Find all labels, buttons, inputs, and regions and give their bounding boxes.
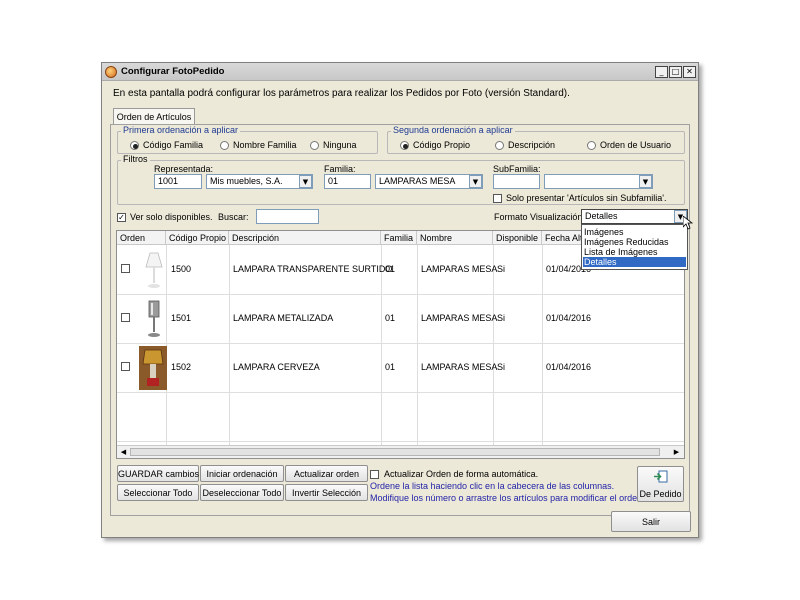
row-3-disponible: Si xyxy=(497,362,506,372)
salir-button[interactable]: Salir xyxy=(611,511,691,532)
filtros-legend: Filtros xyxy=(121,154,150,164)
row-2-codigo: 1501 xyxy=(171,313,192,323)
radio-nombre-familia[interactable] xyxy=(220,141,229,150)
ver-solo-disponibles-label: Ver solo disponibles. xyxy=(130,212,213,222)
row-1-codigo: 1500 xyxy=(171,264,192,274)
solo-sin-subfamilia-label: Solo presentar 'Artículos sin Subfamilia… xyxy=(506,193,667,203)
primera-ordenacion-legend: Primera ordenación a aplicar xyxy=(121,125,241,135)
row-3-nombre: LAMPARAS MESA xyxy=(421,362,498,372)
formato-option-imagenes[interactable]: Imágenes xyxy=(583,227,686,237)
representada-dropdown-icon[interactable]: ▼ xyxy=(299,175,312,188)
radio-codigo-familia-label: Código Familia xyxy=(143,140,204,150)
configurar-fotopedido-window: Configurar FotoPedido _ □ ✕ En esta pant… xyxy=(101,62,699,538)
horizontal-scrollbar[interactable]: ◀ ▶ xyxy=(117,445,684,458)
radio-codigo-propio[interactable] xyxy=(400,141,409,150)
maximize-button[interactable]: □ xyxy=(669,66,682,78)
row-1-descripcion: LAMPARA TRANSPARENTE SURTIDO xyxy=(233,264,393,274)
row-2-descripcion: LAMPARA METALIZADA xyxy=(233,313,334,323)
radio-descripcion[interactable] xyxy=(495,141,504,150)
familia-code-input[interactable]: 01 xyxy=(324,174,371,189)
row-2-nombre: LAMPARAS MESA xyxy=(421,313,498,323)
minimize-button[interactable]: _ xyxy=(655,66,668,78)
formato-option-detalles[interactable]: Detalles xyxy=(583,257,686,267)
subfamilia-dropdown-icon[interactable]: ▼ xyxy=(639,175,652,188)
row-3-checkbox[interactable] xyxy=(121,362,130,371)
radio-descripcion-label: Descripción xyxy=(508,140,556,150)
row-2-checkbox[interactable] xyxy=(121,313,130,322)
subfamilia-code-input[interactable] xyxy=(493,174,540,189)
row-2-disponible: Si xyxy=(497,313,506,323)
column-header-orden[interactable]: Orden xyxy=(117,231,166,245)
column-header-nombre[interactable]: Nombre xyxy=(417,231,493,245)
row-1-familia: 01 xyxy=(385,264,396,274)
subfamilia-label: SubFamilia: xyxy=(493,164,541,174)
app-icon xyxy=(105,66,117,78)
row-3-codigo: 1502 xyxy=(171,362,192,372)
radio-ninguna-label: Ninguna xyxy=(323,140,357,150)
formato-visualizacion-label: Formato Visualización: xyxy=(494,212,585,222)
window-title: Configurar FotoPedido xyxy=(121,66,225,77)
description-text: En esta pantalla podrá configurar los pa… xyxy=(113,88,570,99)
scroll-left-icon[interactable]: ◀ xyxy=(118,447,129,457)
solo-sin-subfamilia-checkbox[interactable] xyxy=(493,194,502,203)
close-button[interactable]: ✕ xyxy=(683,66,696,78)
de-pedido-label: De Pedido xyxy=(639,489,682,499)
familia-label: Familia: xyxy=(324,164,356,174)
radio-orden-de-usuario-label: Orden de Usuario xyxy=(600,140,672,150)
row-1-thumbnail xyxy=(141,249,167,291)
formato-visualizacion-select[interactable]: Detalles xyxy=(581,209,688,224)
column-header-disponible[interactable]: Disponible xyxy=(493,231,542,245)
subfamilia-name-select[interactable] xyxy=(544,174,653,189)
title-bar[interactable]: Configurar FotoPedido _ □ ✕ xyxy=(102,63,698,81)
radio-nombre-familia-label: Nombre Familia xyxy=(233,140,297,150)
seleccionar-todo-button[interactable]: Seleccionar Todo xyxy=(117,484,199,501)
invertir-seleccion-button[interactable]: Invertir Selección xyxy=(285,484,368,501)
row-3-familia: 01 xyxy=(385,362,396,372)
de-pedido-button[interactable]: De Pedido xyxy=(637,466,684,502)
tab-orden-de-articulos[interactable]: Orden de Artículos xyxy=(113,108,195,125)
row-3-thumbnail xyxy=(139,346,167,390)
iniciar-ordenacion-button[interactable]: Iniciar ordenación xyxy=(200,465,284,482)
representada-name-select[interactable]: Mis muebles, S.A. xyxy=(206,174,313,189)
radio-codigo-familia[interactable] xyxy=(130,141,139,150)
radio-orden-de-usuario[interactable] xyxy=(587,141,596,150)
column-header-codigo-propio[interactable]: Código Propio xyxy=(166,231,229,245)
row-3-descripcion: LAMPARA CERVEZA xyxy=(233,362,320,372)
row-2-fecha: 01/04/2016 xyxy=(546,313,592,323)
deseleccionar-todo-button[interactable]: Deseleccionar Todo xyxy=(200,484,284,501)
row-3-fecha: 01/04/2016 xyxy=(546,362,592,372)
row-1-checkbox[interactable] xyxy=(121,264,130,273)
column-header-descripcion[interactable]: Descripción xyxy=(229,231,381,245)
actualizar-automatico-label: Actualizar Orden de forma automática. xyxy=(384,469,539,479)
hint-ordenar-text: Ordene la lista haciendo clic en la cabe… xyxy=(370,481,615,491)
representada-label: Representada: xyxy=(154,164,214,174)
guardar-cambios-button[interactable]: GUARDAR cambios xyxy=(117,465,199,482)
row-1-disponible: Si xyxy=(497,264,506,274)
column-header-familia[interactable]: Familia xyxy=(381,231,417,245)
arrow-into-box-icon xyxy=(654,470,668,483)
scroll-right-icon[interactable]: ▶ xyxy=(671,447,682,457)
scroll-thumb[interactable] xyxy=(130,448,660,456)
formato-dropdown-list: Imágenes Imágenes Reducidas Lista de Imá… xyxy=(581,224,688,270)
buscar-label: Buscar: xyxy=(218,212,249,222)
segunda-ordenacion-legend: Segunda ordenación a aplicar xyxy=(391,125,515,135)
buscar-input[interactable] xyxy=(256,209,319,224)
radio-codigo-propio-label: Código Propio xyxy=(413,140,471,150)
mouse-cursor-icon xyxy=(682,215,694,230)
radio-ninguna[interactable] xyxy=(310,141,319,150)
row-2-thumbnail xyxy=(141,298,167,340)
row-1-nombre: LAMPARAS MESA xyxy=(421,264,498,274)
hint-arrastrar-text: Modifique los número o arrastre los artí… xyxy=(370,493,645,503)
row-2-familia: 01 xyxy=(385,313,396,323)
formato-option-lista-de-imagenes[interactable]: Lista de Imágenes xyxy=(583,247,686,257)
familia-name-select[interactable]: LAMPARAS MESA xyxy=(375,174,483,189)
familia-dropdown-icon[interactable]: ▼ xyxy=(469,175,482,188)
actualizar-orden-button[interactable]: Actualizar orden xyxy=(285,465,368,482)
formato-option-imagenes-reducidas[interactable]: Imágenes Reducidas xyxy=(583,237,686,247)
actualizar-automatico-checkbox[interactable] xyxy=(370,470,379,479)
representada-code-input[interactable]: 1001 xyxy=(154,174,202,189)
ver-solo-disponibles-checkbox[interactable]: ✓ xyxy=(117,213,126,222)
